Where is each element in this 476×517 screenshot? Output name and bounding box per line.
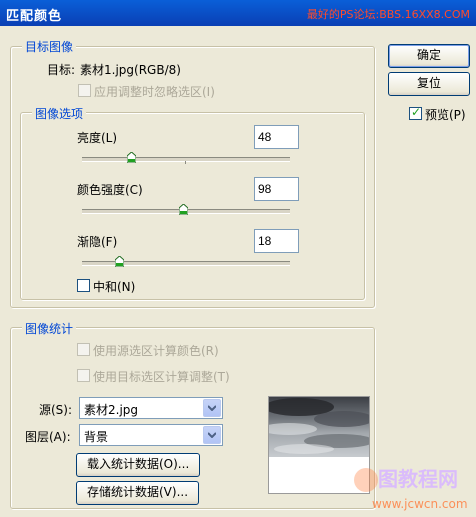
title-bar[interactable]: 匹配颜色 最好的PS论坛:BBS.16XX8.COM [0, 0, 476, 26]
layer-label: 图层(A): [25, 430, 71, 444]
target-value: 素材1.jpg(RGB/8) [80, 63, 181, 77]
chevron-down-icon[interactable] [203, 399, 221, 417]
ignore-selection-label: 应用调整时忽略选区(I) [94, 85, 215, 99]
source-select-value: 素材2.jpg [84, 403, 139, 417]
site-logo-url: www.jcwcn.com [372, 497, 468, 511]
forum-watermark: 最好的PS论坛:BBS.16XX8.COM [306, 8, 470, 21]
chevron-down-icon[interactable] [203, 426, 221, 444]
luminance-slider-track[interactable] [82, 157, 290, 162]
save-statistics-button[interactable]: 存储统计数据(V)... [76, 481, 200, 505]
load-statistics-button[interactable]: 载入统计数据(O)... [76, 453, 201, 477]
color-intensity-slider-thumb[interactable] [179, 204, 188, 215]
luminance-slider-thumb[interactable] [127, 152, 136, 163]
ignore-selection-checkbox[interactable] [78, 84, 91, 97]
color-intensity-label: 颜色强度(C) [77, 183, 143, 197]
target-image-legend: 目标图像 [22, 38, 77, 55]
neutralize-label: 中和(N) [93, 280, 136, 294]
checkmark-icon: ✓ [411, 105, 422, 119]
reset-button[interactable]: 复位 [388, 72, 470, 96]
preview-label: 预览(P) [425, 108, 466, 122]
luminance-label: 亮度(L) [77, 131, 118, 145]
use-target-selection-label: 使用目标选区计算调整(T) [93, 370, 230, 384]
ok-button[interactable]: 确定 [388, 44, 470, 68]
site-watermark-logo: 图教程网 www.jcwcn.com [354, 467, 468, 511]
target-label: 目标: [47, 63, 76, 77]
image-options-legend: 图像选项 [32, 105, 87, 122]
preview-checkbox[interactable]: ✓ [409, 105, 422, 120]
color-intensity-input[interactable] [254, 177, 299, 201]
fade-input[interactable] [254, 229, 299, 253]
use-source-selection-checkbox[interactable] [77, 343, 90, 356]
fade-label: 渐隐(F) [77, 235, 118, 249]
fade-slider-thumb[interactable] [115, 256, 124, 267]
use-target-selection-checkbox[interactable] [77, 369, 90, 382]
image-statistics-legend: 图像统计 [22, 320, 77, 337]
neutralize-checkbox[interactable] [77, 279, 90, 292]
fade-slider-track[interactable] [82, 261, 290, 266]
layer-select[interactable]: 背景 [79, 424, 223, 446]
window-title: 匹配颜色 [6, 9, 63, 24]
source-label: 源(S): [39, 403, 73, 417]
luminance-input[interactable] [254, 125, 299, 149]
source-select[interactable]: 素材2.jpg [79, 397, 223, 419]
layer-select-value: 背景 [84, 430, 109, 444]
match-color-dialog: 匹配颜色 最好的PS论坛:BBS.16XX8.COM 目标图像 目标: 素材1.… [0, 0, 476, 517]
site-logo-text: 图教程网 [378, 467, 458, 491]
image-options-group [20, 112, 365, 300]
luminance-slider-center-tick [185, 161, 186, 164]
use-source-selection-label: 使用源选区计算颜色(R) [93, 344, 219, 358]
